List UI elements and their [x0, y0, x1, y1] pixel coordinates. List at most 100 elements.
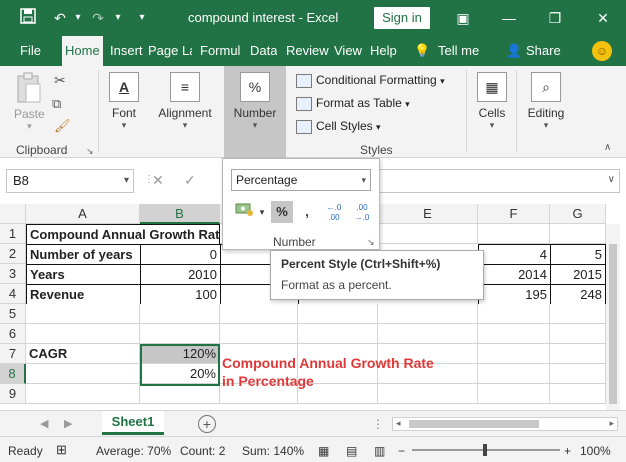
close-button[interactable]: ✕ — [588, 6, 618, 30]
row-header-3[interactable]: 3 — [0, 264, 26, 284]
cut-icon[interactable]: ✂ — [54, 72, 66, 89]
restore-button[interactable]: ❐ — [540, 6, 570, 30]
zoom-slider-thumb[interactable] — [483, 444, 487, 456]
tab-help[interactable]: Help — [370, 36, 397, 66]
column-header-g[interactable]: G — [550, 204, 606, 224]
vertical-scroll-thumb[interactable] — [609, 244, 617, 404]
cell-g4[interactable]: 248 — [550, 284, 606, 305]
select-all-corner[interactable] — [0, 204, 26, 224]
tab-page-layout[interactable]: Page La — [148, 36, 192, 66]
tab-home[interactable]: Home — [62, 36, 103, 66]
normal-view-icon[interactable]: ▦ — [318, 444, 329, 458]
row-header-6[interactable]: 6 — [0, 324, 26, 344]
decrease-decimal-button[interactable]: .00 →.0 — [351, 203, 373, 225]
chevron-down-icon[interactable]: ▾ — [124, 170, 129, 192]
ribbon-display-options-icon[interactable]: ▣ — [448, 6, 478, 30]
cell-g1[interactable] — [550, 224, 606, 244]
redo-dropdown-icon[interactable]: ▾ — [108, 8, 128, 28]
alignment-button[interactable]: ≡ Alignment ▾ — [154, 72, 216, 131]
cell-f2[interactable]: 4 — [478, 244, 551, 265]
format-painter-icon[interactable]: 🖌 — [54, 118, 71, 134]
scroll-left-icon[interactable]: ◂ — [396, 418, 401, 429]
cell-b2[interactable]: 0 — [140, 244, 221, 265]
add-sheet-icon[interactable]: + — [198, 415, 216, 433]
cancel-icon[interactable]: ✕ — [152, 172, 164, 189]
undo-icon[interactable]: ↶ — [50, 8, 70, 28]
cell-f6[interactable] — [478, 324, 550, 344]
cells-button[interactable]: ▦ Cells ▾ — [472, 72, 512, 131]
cell-b9[interactable] — [140, 384, 220, 404]
cell-g3[interactable]: 2015 — [550, 264, 606, 285]
cell-a8[interactable] — [26, 364, 140, 384]
page-break-view-icon[interactable]: ▥ — [374, 444, 385, 458]
cell-e5[interactable] — [378, 304, 478, 324]
cell-a1[interactable]: Compound Annual Growth Rate — [26, 224, 227, 245]
cell-d6[interactable] — [298, 324, 378, 344]
row-header-4[interactable]: 4 — [0, 284, 26, 304]
cell-g9[interactable] — [550, 384, 606, 404]
comma-style-button[interactable]: , — [299, 201, 315, 223]
column-header-e[interactable]: E — [378, 204, 478, 224]
row-header-9[interactable]: 9 — [0, 384, 26, 404]
column-header-a[interactable]: A — [26, 204, 140, 224]
dialog-launcher-icon[interactable]: ↘ — [367, 237, 375, 248]
column-header-b[interactable]: B — [140, 204, 220, 224]
dialog-launcher-icon[interactable]: ↘ — [86, 146, 94, 157]
next-sheet-icon[interactable]: ▶ — [64, 417, 72, 430]
vertical-scrollbar[interactable] — [606, 224, 620, 410]
sheet-tab-sheet1[interactable]: Sheet1 — [102, 411, 164, 435]
percent-style-button[interactable]: % — [271, 201, 293, 223]
cell-a5[interactable] — [26, 304, 140, 324]
collapse-ribbon-icon[interactable]: ∧ — [604, 142, 611, 153]
cell-f9[interactable] — [478, 384, 550, 404]
cell-a6[interactable] — [26, 324, 140, 344]
cell-a3[interactable]: Years — [26, 264, 141, 285]
cell-a4[interactable]: Revenue — [26, 284, 141, 305]
status-sum[interactable]: Sum: 140% — [242, 444, 304, 458]
expand-formula-icon[interactable]: ∨ — [608, 174, 615, 185]
cell-b5[interactable] — [140, 304, 220, 324]
cell-c6[interactable] — [220, 324, 298, 344]
tab-file[interactable]: File — [20, 36, 41, 66]
row-header-7[interactable]: 7 — [0, 344, 26, 364]
paste-button[interactable]: Paste ▾ — [14, 72, 45, 132]
cell-g2[interactable]: 5 — [550, 244, 606, 265]
cell-g6[interactable] — [550, 324, 606, 344]
row-header-5[interactable]: 5 — [0, 304, 26, 324]
cell-g5[interactable] — [550, 304, 606, 324]
zoom-out-button[interactable]: − — [398, 444, 405, 458]
tab-view[interactable]: View — [334, 36, 362, 66]
enter-icon[interactable]: ✓ — [184, 172, 196, 189]
customize-toolbar-icon[interactable]: ▾ — [132, 8, 152, 28]
name-box[interactable]: B8 ▾ — [6, 169, 134, 193]
cell-b6[interactable] — [140, 324, 220, 344]
cell-f4[interactable]: 195 — [478, 284, 551, 305]
cell-f7[interactable] — [478, 344, 550, 364]
cell-a7[interactable]: CAGR — [26, 344, 140, 364]
tell-me-box[interactable]: Tell me — [438, 36, 479, 66]
cell-f1[interactable] — [478, 224, 550, 244]
share-button[interactable]: Share — [526, 36, 561, 66]
cell-f3[interactable]: 2014 — [478, 264, 551, 285]
cell-styles-button[interactable]: Cell Styles ▾ — [296, 119, 381, 134]
page-layout-view-icon[interactable]: ▤ — [346, 444, 357, 458]
cell-a2[interactable]: Number of years — [26, 244, 141, 265]
cell-b8[interactable]: 20% — [140, 364, 220, 384]
number-button[interactable]: % Number ▾ — [226, 72, 284, 131]
zoom-slider[interactable] — [412, 444, 560, 456]
minimize-button[interactable]: — — [494, 6, 524, 30]
horizontal-scroll-thumb[interactable] — [409, 420, 539, 428]
cell-e1[interactable] — [378, 224, 478, 244]
cell-b4[interactable]: 100 — [140, 284, 221, 305]
save-icon[interactable] — [18, 8, 38, 28]
cell-d5[interactable] — [298, 304, 378, 324]
cell-c5[interactable] — [220, 304, 298, 324]
row-header-8[interactable]: 8 — [0, 364, 26, 384]
cell-g7[interactable] — [550, 344, 606, 364]
tab-review[interactable]: Review — [286, 36, 329, 66]
chevron-down-icon[interactable]: ▾ — [257, 201, 267, 223]
feedback-smiley-icon[interactable]: ☺ — [592, 41, 612, 61]
tab-formulas[interactable]: Formul — [200, 36, 244, 66]
cell-g8[interactable] — [550, 364, 606, 384]
undo-dropdown-icon[interactable]: ▾ — [68, 8, 88, 28]
